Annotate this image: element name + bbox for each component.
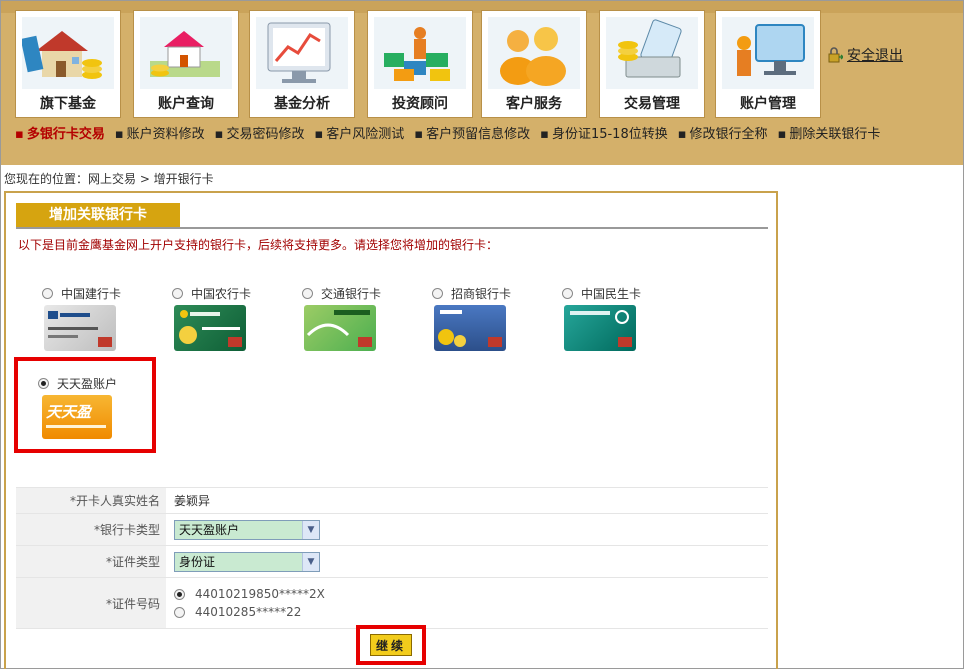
section-title: 增加关联银行卡: [16, 203, 180, 227]
subnav-password-edit[interactable]: ▪ 交易密码修改: [215, 123, 305, 142]
tab-account-management[interactable]: 账户管理: [715, 10, 821, 118]
card-label: 招商银行卡: [451, 287, 512, 301]
tab-label: 账户查询: [158, 96, 214, 112]
card-type-select[interactable]: 天天盈账户 ▼: [174, 519, 320, 540]
card-label: 中国民生卡: [581, 287, 642, 301]
lock-icon: [828, 47, 843, 63]
account-form: *开卡人真实姓名 姜颖异 *银行卡类型 天天盈账户 ▼ *证件类型 身份证 ▼ …: [16, 487, 768, 629]
tab-account-query[interactable]: 账户查询: [133, 10, 239, 118]
card-label: 中国建行卡: [61, 287, 122, 301]
customer-service-icon: [488, 17, 580, 89]
tab-trade-management[interactable]: 交易管理: [599, 10, 705, 118]
id-number-option[interactable]: 44010285*****22: [174, 605, 325, 619]
tab-label: 旗下基金: [40, 96, 96, 112]
tab-label: 基金分析: [274, 96, 330, 112]
cmbc-card-image: [564, 305, 636, 351]
subnav-risk-test[interactable]: ▪ 客户风险测试: [314, 123, 404, 142]
tab-label: 交易管理: [624, 96, 680, 112]
radio-button[interactable]: [432, 288, 443, 299]
logout-link[interactable]: 安全退出: [847, 45, 903, 65]
subnav-bank-name-edit[interactable]: ▪ 修改银行全称: [678, 123, 768, 142]
label-card-type: *银行卡类型: [16, 514, 166, 545]
card-option-cmb[interactable]: 招商银行卡: [432, 285, 512, 351]
divider: [16, 227, 768, 229]
card-option-ccb[interactable]: 中国建行卡: [42, 285, 122, 351]
tab-label: 投资顾问: [392, 96, 448, 112]
id-number-option[interactable]: 44010219850*****2X: [174, 587, 325, 601]
tab-fund-analysis[interactable]: 基金分析: [249, 10, 355, 118]
chevron-down-icon[interactable]: ▼: [302, 552, 319, 571]
tab-label: 客户服务: [506, 96, 562, 112]
account-management-icon: [722, 17, 814, 89]
ccb-card-image: [44, 305, 116, 351]
card-option-abc[interactable]: 中国农行卡: [172, 285, 252, 351]
account-query-icon: [140, 17, 232, 89]
row-id-number: *证件号码 44010219850*****2X 44010285*****22: [16, 577, 768, 629]
radio-button-selected[interactable]: [174, 588, 185, 600]
card-option-bocom[interactable]: 交通银行卡: [302, 285, 382, 351]
header: 旗下基金 账户查询 基金分析 投资顾问 客户服务 交易管理 账户管理 安全退出 …: [1, 1, 963, 165]
row-id-type: *证件类型 身份证 ▼: [16, 545, 768, 577]
radio-button[interactable]: [174, 606, 185, 618]
fund-house-icon: [20, 17, 114, 89]
bocom-card-image: [304, 305, 376, 351]
chevron-down-icon[interactable]: ▼: [302, 520, 319, 539]
main-panel: 增加关联银行卡 以下是目前金鹰基金网上开户支持的银行卡，后续将支持更多。请选择您…: [4, 191, 778, 669]
subnav-id-convert[interactable]: ▪ 身份证15-18位转换: [540, 123, 668, 142]
tab-investment-advisor[interactable]: 投资顾问: [367, 10, 473, 118]
submit-highlight: 继续: [356, 625, 426, 665]
value-name: 姜颖异: [174, 494, 211, 508]
tab-customer-service[interactable]: 客户服务: [481, 10, 587, 118]
advisor-icon: [374, 17, 466, 89]
tab-fund[interactable]: 旗下基金: [15, 10, 121, 118]
row-card-type: *银行卡类型 天天盈账户 ▼: [16, 513, 768, 545]
continue-button[interactable]: 继续: [370, 634, 412, 656]
card-label: 中国农行卡: [191, 287, 252, 301]
label-id-number: *证件号码: [16, 578, 166, 628]
card-option-cmbc[interactable]: 中国民生卡: [562, 285, 642, 351]
label-id-type: *证件类型: [16, 546, 166, 577]
sub-navigation: ▪ 多银行卡交易 ▪ 账户资料修改 ▪ 交易密码修改 ▪ 客户风险测试 ▪ 客户预留信息修…: [1, 121, 963, 143]
subnav-reserved-info-edit[interactable]: ▪ 客户预留信息修改: [414, 123, 530, 142]
radio-button[interactable]: [42, 288, 53, 299]
subnav-multi-card-trade[interactable]: ▪ 多银行卡交易: [15, 123, 105, 142]
cmb-card-image: [434, 305, 506, 351]
subnav-delete-card[interactable]: ▪ 删除关联银行卡: [778, 123, 881, 142]
label-name: *开卡人真实姓名: [16, 488, 166, 513]
highlight-box: [14, 357, 156, 453]
id-type-select[interactable]: 身份证 ▼: [174, 551, 320, 572]
radio-button[interactable]: [172, 288, 183, 299]
trade-management-icon: [606, 17, 698, 89]
abc-card-image: [174, 305, 246, 351]
radio-button[interactable]: [302, 288, 313, 299]
logout[interactable]: 安全退出: [827, 45, 903, 65]
card-type-selected: 天天盈账户: [175, 520, 302, 539]
radio-button[interactable]: [562, 288, 573, 299]
id-type-selected: 身份证: [175, 552, 302, 571]
breadcrumb: 您现在的位置：网上交易 > 增开银行卡: [4, 172, 214, 186]
intro-text: 以下是目前金鹰基金网上开户支持的银行卡，后续将支持更多。请选择您将增加的银行卡：: [18, 238, 499, 252]
row-name: *开卡人真实姓名 姜颖异: [16, 487, 768, 513]
chart-analysis-icon: [256, 17, 348, 89]
card-label: 交通银行卡: [321, 287, 382, 301]
subnav-account-info-edit[interactable]: ▪ 账户资料修改: [115, 123, 205, 142]
tab-label: 账户管理: [740, 96, 796, 112]
